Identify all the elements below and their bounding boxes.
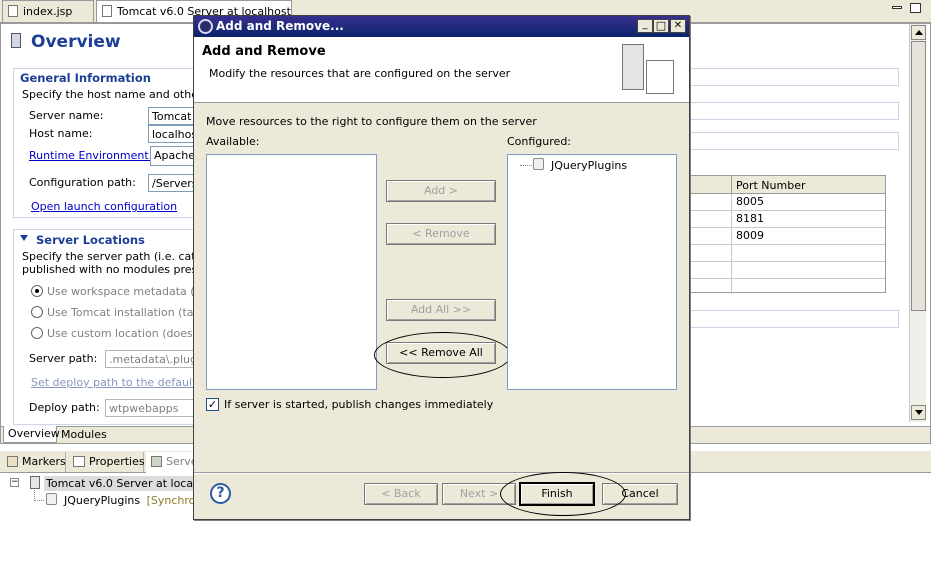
remove-button[interactable]: < Remove (386, 223, 496, 245)
configured-item[interactable]: JQueryPlugins (551, 159, 627, 172)
module-icon (46, 493, 57, 505)
dialog-window-title: Add and Remove... (216, 19, 344, 33)
right-section-border (689, 102, 899, 120)
dialog-minimize-button[interactable]: _ (637, 19, 653, 33)
tab-label: Properties (89, 455, 145, 468)
set-deploy-path-link[interactable]: Set deploy path to the default val (31, 376, 216, 389)
properties-icon (73, 456, 85, 467)
dialog-header-desc: Modify the resources that are configured… (209, 67, 511, 80)
tomcat-server-icon (30, 476, 40, 489)
general-section-desc: Specify the host name and other co (22, 88, 219, 101)
port-value: 8009 (736, 229, 764, 242)
collapse-toggle-icon[interactable] (20, 235, 28, 241)
tab-label: index.jsp (23, 5, 73, 18)
host-name-label: Host name: (29, 127, 93, 140)
scroll-thumb[interactable] (911, 41, 926, 311)
module-icon (533, 158, 544, 170)
open-launch-configuration-link[interactable]: Open launch configuration (31, 200, 177, 213)
page-title: Overview (31, 32, 121, 52)
tree-item-label: JQueryPlugins (64, 494, 141, 507)
radio-tomcat-installation[interactable] (31, 306, 43, 318)
configured-label: Configured: (507, 135, 572, 148)
server-path-field[interactable]: .metadata\.plugin (105, 350, 205, 368)
radio-workspace-metadata[interactable] (31, 285, 43, 297)
table-row[interactable] (689, 245, 885, 262)
locations-desc-1: Specify the server path (i.e. catalin (22, 250, 216, 263)
ports-header-divider (731, 176, 732, 194)
server-banner-icon-doc (646, 60, 674, 94)
add-all-button[interactable]: Add All >> (386, 299, 496, 321)
maximize-editor-icon[interactable] (910, 3, 921, 13)
available-label: Available: (206, 135, 260, 148)
jsp-file-icon (8, 5, 18, 17)
deploy-path-label: Deploy path: (29, 401, 100, 414)
table-row[interactable] (689, 262, 885, 279)
radio-custom-location[interactable] (31, 327, 43, 339)
next-button[interactable]: Next > (442, 483, 516, 505)
radio-workspace-metadata-label: Use workspace metadata (doe (47, 285, 216, 298)
minimize-editor-icon[interactable] (892, 6, 902, 9)
general-section-title: General Information (20, 71, 151, 85)
dialog-maximize-button[interactable]: □ (653, 19, 669, 33)
radio-tomcat-installation-label: Use Tomcat installation (takes (47, 306, 212, 319)
dialog-header-title: Add and Remove (202, 44, 326, 59)
add-button[interactable]: Add > (386, 180, 496, 202)
dialog-close-button[interactable]: ✕ (670, 19, 686, 33)
right-section-border (689, 132, 899, 150)
servers-icon (151, 456, 162, 467)
ports-table: Port Number 8005 8181 8009 (689, 175, 886, 294)
tree-connector (520, 165, 532, 166)
tab-markers[interactable]: Markers (2, 452, 66, 473)
scroll-down-arrow-icon[interactable] (911, 405, 926, 420)
help-icon[interactable]: ? (210, 483, 231, 504)
table-row[interactable]: 8005 (689, 194, 885, 211)
right-section-border (689, 310, 899, 328)
scroll-up-arrow-icon[interactable] (911, 25, 926, 40)
overview-icon (11, 33, 21, 48)
tree-expand-toggle[interactable]: − (10, 478, 19, 487)
ports-column-divider (731, 194, 732, 294)
dialog-footer-separator (194, 472, 689, 474)
table-row[interactable]: 8181 (689, 211, 885, 228)
deploy-path-field[interactable]: wtpwebapps (105, 399, 205, 417)
tree-item-server[interactable]: Tomcat v6.0 Server at localhos (44, 476, 218, 491)
runtime-environment-link[interactable]: Runtime Environment: (29, 149, 152, 162)
available-list[interactable] (206, 154, 377, 390)
publish-checkbox[interactable]: ✓ (206, 398, 219, 411)
server-path-label: Server path: (29, 352, 98, 365)
port-value: 8181 (736, 212, 764, 225)
server-name-label: Server name: (29, 109, 104, 122)
port-number-column-header[interactable]: Port Number (736, 179, 806, 192)
tree-connector (34, 490, 44, 501)
tab-properties[interactable]: Properties (68, 452, 145, 473)
config-path-label: Configuration path: (29, 176, 136, 189)
markers-icon (7, 456, 18, 467)
cancel-button[interactable]: Cancel (602, 483, 678, 505)
remove-all-button[interactable]: << Remove All (386, 342, 496, 364)
server-file-icon (102, 5, 112, 17)
tab-index-jsp[interactable]: index.jsp (2, 0, 94, 22)
locations-section-title: Server Locations (36, 233, 145, 247)
configured-list[interactable]: JQueryPlugins (507, 154, 677, 390)
tree-item-module[interactable]: JQueryPlugins [Synchroniz (64, 494, 211, 507)
server-banner-icon (622, 44, 644, 90)
tab-label: Markers (22, 455, 66, 468)
finish-button[interactable]: Finish (519, 482, 595, 506)
tab-servers[interactable]: Serve (146, 452, 198, 473)
right-section-border (689, 68, 899, 86)
editor-scrollbar[interactable] (909, 24, 926, 422)
eclipse-icon (198, 19, 213, 34)
add-remove-dialog: Add and Remove... _ □ ✕ Add and Remove M… (193, 15, 690, 520)
radio-custom-location-label: Use custom location (does not (47, 327, 215, 340)
tab-overview[interactable]: Overview (3, 426, 60, 443)
tab-modules[interactable]: Modules (58, 427, 107, 443)
back-button[interactable]: < Back (364, 483, 438, 505)
publish-checkbox-label: If server is started, publish changes im… (224, 398, 494, 411)
table-row[interactable]: 8009 (689, 228, 885, 245)
dialog-instruction: Move resources to the right to configure… (206, 115, 537, 128)
port-value: 8005 (736, 195, 764, 208)
